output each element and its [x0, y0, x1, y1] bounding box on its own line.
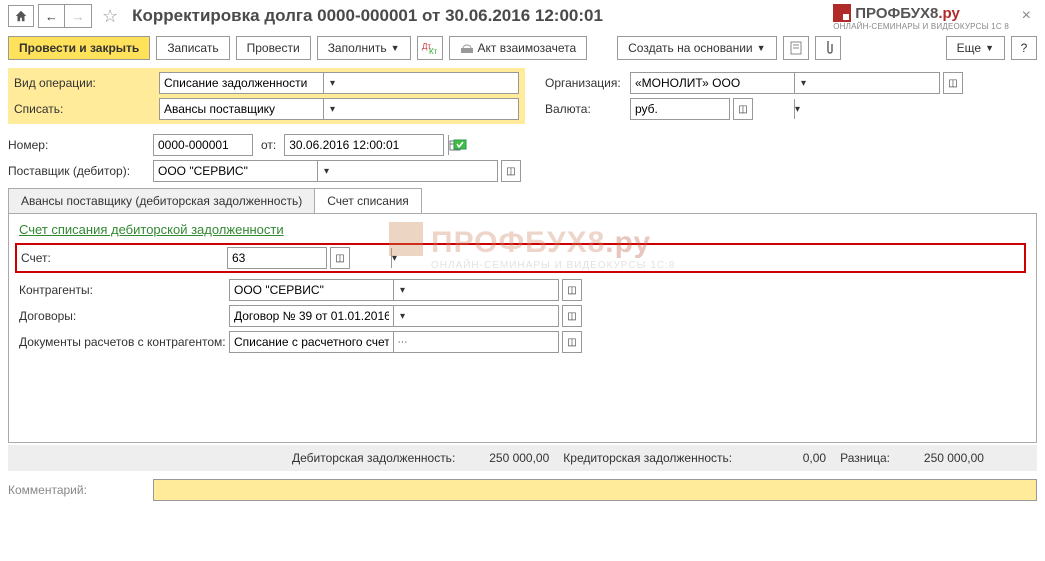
close-button[interactable]: ×	[1022, 7, 1031, 25]
from-label: от:	[261, 138, 276, 152]
post-and-close-button[interactable]: Провести и закрыть	[8, 36, 150, 60]
settlement-doc-label: Документы расчетов с контрагентом:	[19, 335, 229, 349]
tab-advances[interactable]: Авансы поставщику (дебиторская задолженн…	[8, 188, 315, 213]
offset-act-button[interactable]: Акт взаимозачета	[449, 36, 588, 60]
tabs: Авансы поставщику (дебиторская задолженн…	[8, 188, 1037, 213]
more-dropdown[interactable]: Еще▼	[946, 36, 1005, 60]
org-input[interactable]: ▾	[630, 72, 940, 94]
brand-logo: ПРОФБУХ8.ру ОНЛАЙН-СЕМИНАРЫ И ВИДЕОКУРСЫ…	[833, 4, 1009, 31]
nav-history-group: ← →	[38, 4, 92, 28]
supplier-input[interactable]: ▾	[153, 160, 498, 182]
dropdown-icon[interactable]: ▾	[391, 248, 397, 268]
tab-content: Счет списания дебиторской задолженности …	[8, 213, 1037, 443]
tab-writeoff-account[interactable]: Счет списания	[314, 188, 422, 213]
create-based-on-dropdown[interactable]: Создать на основании▼	[617, 36, 776, 60]
supplier-label: Поставщик (дебитор):	[8, 164, 153, 178]
comment-row: Комментарий:	[0, 475, 1045, 501]
toolbar: Провести и закрыть Записать Провести Зап…	[0, 32, 1045, 64]
dropdown-icon[interactable]: ▾	[393, 306, 411, 326]
org-label: Организация:	[545, 76, 630, 90]
logo-icon	[833, 4, 851, 22]
debit-label: Дебиторская задолженность:	[292, 451, 455, 465]
forward-button[interactable]: →	[65, 5, 91, 27]
comment-input[interactable]	[153, 479, 1037, 501]
status-flag-icon[interactable]	[452, 138, 470, 152]
currency-label: Валюта:	[545, 102, 630, 116]
open-icon[interactable]: ◫	[562, 331, 582, 353]
open-icon[interactable]: ◫	[562, 279, 582, 301]
credit-value: 0,00	[746, 451, 826, 465]
account-input[interactable]: ▾	[227, 247, 327, 269]
diff-label: Разница:	[840, 451, 890, 465]
dropdown-icon[interactable]: ▾	[323, 73, 341, 93]
back-button[interactable]: ←	[39, 5, 65, 27]
settlement-doc-input[interactable]: ⋯	[229, 331, 559, 353]
highlighted-account-row: Счет: ▾ ◫	[15, 243, 1026, 273]
number-label: Номер:	[8, 138, 153, 152]
open-icon[interactable]: ◫	[733, 98, 753, 120]
more-dots-icon[interactable]: ⋯	[393, 332, 411, 352]
open-icon[interactable]: ◫	[562, 305, 582, 327]
title-bar: ← → ☆ Корректировка долга 0000-000001 от…	[0, 0, 1045, 32]
credit-label: Кредиторская задолженность:	[563, 451, 732, 465]
open-icon[interactable]: ◫	[943, 72, 963, 94]
op-type-label: Вид операции:	[14, 76, 159, 90]
dropdown-icon[interactable]: ▾	[794, 73, 812, 93]
contragent-input[interactable]: ▾	[229, 279, 559, 301]
dropdown-icon[interactable]: ▾	[323, 99, 341, 119]
date-input[interactable]	[284, 134, 444, 156]
post-button[interactable]: Провести	[236, 36, 311, 60]
diff-value: 250 000,00	[904, 451, 984, 465]
open-icon[interactable]: ◫	[501, 160, 521, 182]
home-button[interactable]	[8, 5, 34, 27]
op-type-select[interactable]: ▾	[159, 72, 519, 94]
dropdown-icon[interactable]: ▾	[393, 280, 411, 300]
save-button[interactable]: Записать	[156, 36, 229, 60]
currency-input[interactable]: ▾	[630, 98, 730, 120]
contragent-label: Контрагенты:	[19, 283, 229, 297]
dropdown-icon[interactable]: ▾	[317, 161, 335, 181]
debit-value: 250 000,00	[469, 451, 549, 465]
attachment-icon-button[interactable]	[815, 36, 841, 60]
dropdown-icon[interactable]: ▾	[794, 99, 800, 119]
writeoff-label: Списать:	[14, 102, 159, 116]
totals-bar: Дебиторская задолженность: 250 000,00 Кр…	[8, 445, 1037, 471]
fill-dropdown[interactable]: Заполнить▼	[317, 36, 411, 60]
contract-label: Договоры:	[19, 309, 229, 323]
number-input[interactable]	[153, 134, 253, 156]
account-label: Счет:	[21, 251, 227, 265]
comment-label: Комментарий:	[8, 483, 153, 497]
writeoff-select[interactable]: ▾	[159, 98, 519, 120]
help-button[interactable]: ?	[1011, 36, 1037, 60]
open-icon[interactable]: ◫	[330, 247, 350, 269]
report-icon-button[interactable]	[783, 36, 809, 60]
section-heading: Счет списания дебиторской задолженности	[19, 222, 1026, 237]
svg-text:Кт: Кт	[429, 47, 438, 55]
favorite-star-icon[interactable]: ☆	[102, 6, 118, 27]
contract-input[interactable]: ▾	[229, 305, 559, 327]
dt-kt-icon-button[interactable]: ДтКт	[417, 36, 443, 60]
